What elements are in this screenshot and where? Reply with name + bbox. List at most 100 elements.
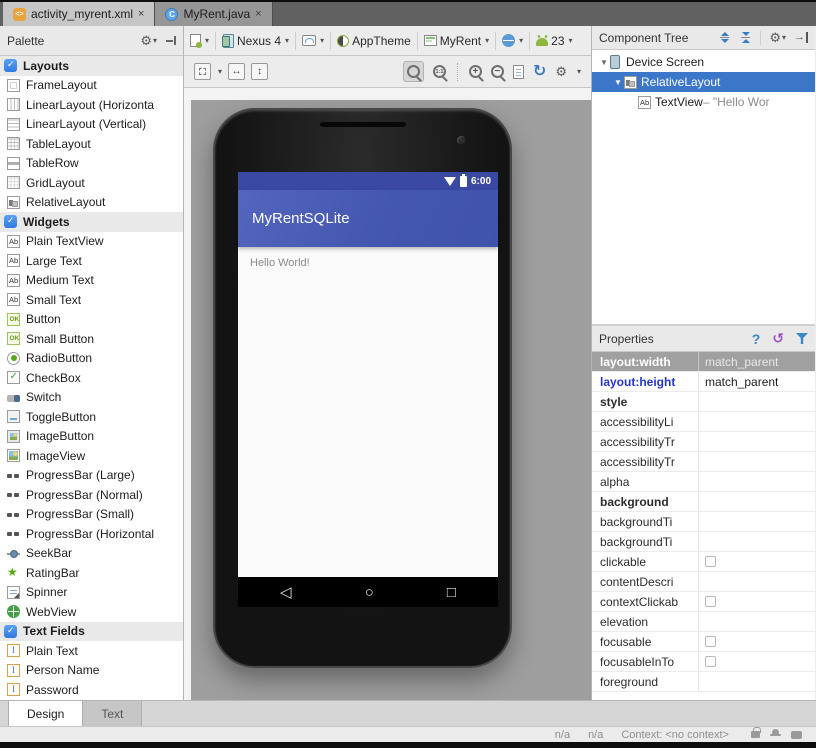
event-log-balloon-icon[interactable]: [791, 731, 802, 739]
palette-section-layouts[interactable]: Layouts: [0, 56, 183, 76]
property-row-backgroundti[interactable]: backgroundTi: [592, 512, 815, 532]
help-icon[interactable]: [752, 331, 761, 347]
close-tab-icon[interactable]: [138, 9, 144, 20]
tree-node-relativelayout[interactable]: ▼RelativeLayout: [592, 72, 815, 92]
chevron-down-icon[interactable]: [153, 36, 157, 45]
palette-item-seekbar[interactable]: SeekBar: [0, 544, 183, 564]
property-row-layout-width[interactable]: layout:widthmatch_parent: [592, 352, 815, 372]
palette-item-spinner[interactable]: Spinner: [0, 583, 183, 603]
property-row-accessibilitytr[interactable]: accessibilityTr: [592, 452, 815, 472]
property-value[interactable]: match_parent: [699, 352, 815, 371]
palette-item-medium-text[interactable]: Medium Text: [0, 271, 183, 291]
property-value[interactable]: [699, 672, 815, 691]
palette-item-progressbar-normal[interactable]: ProgressBar (Normal): [0, 485, 183, 505]
undo-icon[interactable]: [772, 330, 784, 347]
tab-design[interactable]: Design: [8, 701, 83, 726]
configuration-selector[interactable]: [190, 34, 209, 47]
property-row-focusableinto[interactable]: focusableInTo: [592, 652, 815, 672]
property-value[interactable]: [699, 472, 815, 491]
property-value[interactable]: [699, 392, 815, 411]
palette-item-plain-text[interactable]: Plain Text: [0, 641, 183, 661]
zoom-actual-size-icon[interactable]: [433, 65, 446, 78]
property-value[interactable]: [699, 532, 815, 551]
property-value[interactable]: [699, 632, 815, 651]
lock-icon[interactable]: [751, 731, 760, 738]
property-value[interactable]: [699, 652, 815, 671]
section-checkbox-icon[interactable]: [4, 59, 17, 72]
property-value[interactable]: match_parent: [699, 372, 815, 391]
zoom-out-icon[interactable]: [491, 65, 504, 78]
palette-item-webview[interactable]: WebView: [0, 602, 183, 622]
palette-item-tablerow[interactable]: TableRow: [0, 154, 183, 174]
tree-node-textview[interactable]: TextView – "Hello Wor: [592, 92, 815, 112]
filter-icon[interactable]: [796, 333, 808, 344]
gear-icon[interactable]: [140, 34, 152, 47]
device-selector[interactable]: Nexus 4: [222, 34, 289, 48]
hello-world-textview[interactable]: Hello World!: [250, 257, 310, 269]
palette-item-ratingbar[interactable]: RatingBar: [0, 563, 183, 583]
palette-section-widgets[interactable]: Widgets: [0, 212, 183, 232]
palette-item-imageview[interactable]: ImageView: [0, 446, 183, 466]
api-level-selector[interactable]: 23: [536, 34, 572, 48]
close-tab-icon[interactable]: [255, 9, 261, 20]
tab-text[interactable]: Text: [83, 701, 142, 726]
palette-item-togglebutton[interactable]: ToggleButton: [0, 407, 183, 427]
property-row-alpha[interactable]: alpha: [592, 472, 815, 492]
property-row-contentdescri[interactable]: contentDescri: [592, 572, 815, 592]
palette-item-tablelayout[interactable]: TableLayout: [0, 134, 183, 154]
palette-item-progressbar-small[interactable]: ProgressBar (Small): [0, 505, 183, 525]
property-value[interactable]: [699, 452, 815, 471]
expand-horizontal-icon[interactable]: [228, 63, 245, 80]
checkbox[interactable]: [705, 596, 716, 607]
property-row-elevation[interactable]: elevation: [592, 612, 815, 632]
refresh-icon[interactable]: [533, 64, 546, 80]
activity-selector[interactable]: MyRent: [424, 34, 489, 48]
checkbox[interactable]: [705, 656, 716, 667]
design-canvas[interactable]: 6:00 MyRentSQLite Hello World!: [184, 88, 591, 700]
property-value[interactable]: [699, 572, 815, 591]
property-row-accessibilitytr[interactable]: accessibilityTr: [592, 432, 815, 452]
property-value[interactable]: [699, 552, 815, 571]
tree-node-device-screen[interactable]: ▼Device Screen: [592, 52, 815, 72]
palette-item-framelayout[interactable]: FrameLayout: [0, 76, 183, 96]
property-value[interactable]: [699, 412, 815, 431]
property-row-contextclickab[interactable]: contextClickab: [592, 592, 815, 612]
chevron-down-icon[interactable]: [782, 33, 786, 42]
section-checkbox-icon[interactable]: [4, 215, 17, 228]
palette-item-radiobutton[interactable]: RadioButton: [0, 349, 183, 369]
palette-item-button[interactable]: Button: [0, 310, 183, 330]
layout-body[interactable]: Hello World!: [238, 247, 498, 577]
zoom-in-icon[interactable]: [469, 65, 482, 78]
palette-item-plain-textview[interactable]: Plain TextView: [0, 232, 183, 252]
locale-selector[interactable]: [502, 34, 523, 47]
palette-item-password[interactable]: Password: [0, 680, 183, 700]
palette-item-progressbar-horizontal[interactable]: ProgressBar (Horizontal: [0, 524, 183, 544]
property-row-clickable[interactable]: clickable: [592, 552, 815, 572]
theme-selector[interactable]: AppTheme: [337, 34, 411, 48]
incognito-icon[interactable]: [770, 729, 781, 740]
zoom-fit-button[interactable]: [403, 61, 424, 82]
expand-all-icon[interactable]: [718, 31, 731, 44]
palette-section-text-fields[interactable]: Text Fields: [0, 622, 183, 642]
tab-activity-myrent-xml[interactable]: activity_myrent.xml: [3, 2, 155, 26]
tree-expander-icon[interactable]: ▼: [598, 58, 610, 67]
zoom-to-fit-icon[interactable]: [194, 63, 211, 80]
palette-item-relativelayout[interactable]: RelativeLayout: [0, 193, 183, 213]
palette-item-checkbox[interactable]: CheckBox: [0, 368, 183, 388]
tree-expander-icon[interactable]: ▼: [612, 78, 624, 87]
checkbox[interactable]: [705, 636, 716, 647]
palette-item-linearlayout-vertical[interactable]: LinearLayout (Vertical): [0, 115, 183, 135]
property-value[interactable]: [699, 612, 815, 631]
preview-document-icon[interactable]: [513, 65, 524, 79]
dock-right-icon[interactable]: [794, 32, 808, 43]
palette-item-imagebutton[interactable]: ImageButton: [0, 427, 183, 447]
checkbox[interactable]: [705, 556, 716, 567]
section-checkbox-icon[interactable]: [4, 625, 17, 638]
phone-screen[interactable]: 6:00 MyRentSQLite Hello World!: [238, 172, 498, 607]
tab-myrent-java[interactable]: MyRent.java: [155, 2, 272, 26]
gear-icon[interactable]: [555, 65, 567, 78]
property-row-layout-height[interactable]: layout:heightmatch_parent: [592, 372, 815, 392]
chevron-down-icon[interactable]: [218, 67, 222, 76]
palette-item-person-name[interactable]: Person Name: [0, 661, 183, 681]
dock-pin-icon[interactable]: [166, 35, 176, 46]
